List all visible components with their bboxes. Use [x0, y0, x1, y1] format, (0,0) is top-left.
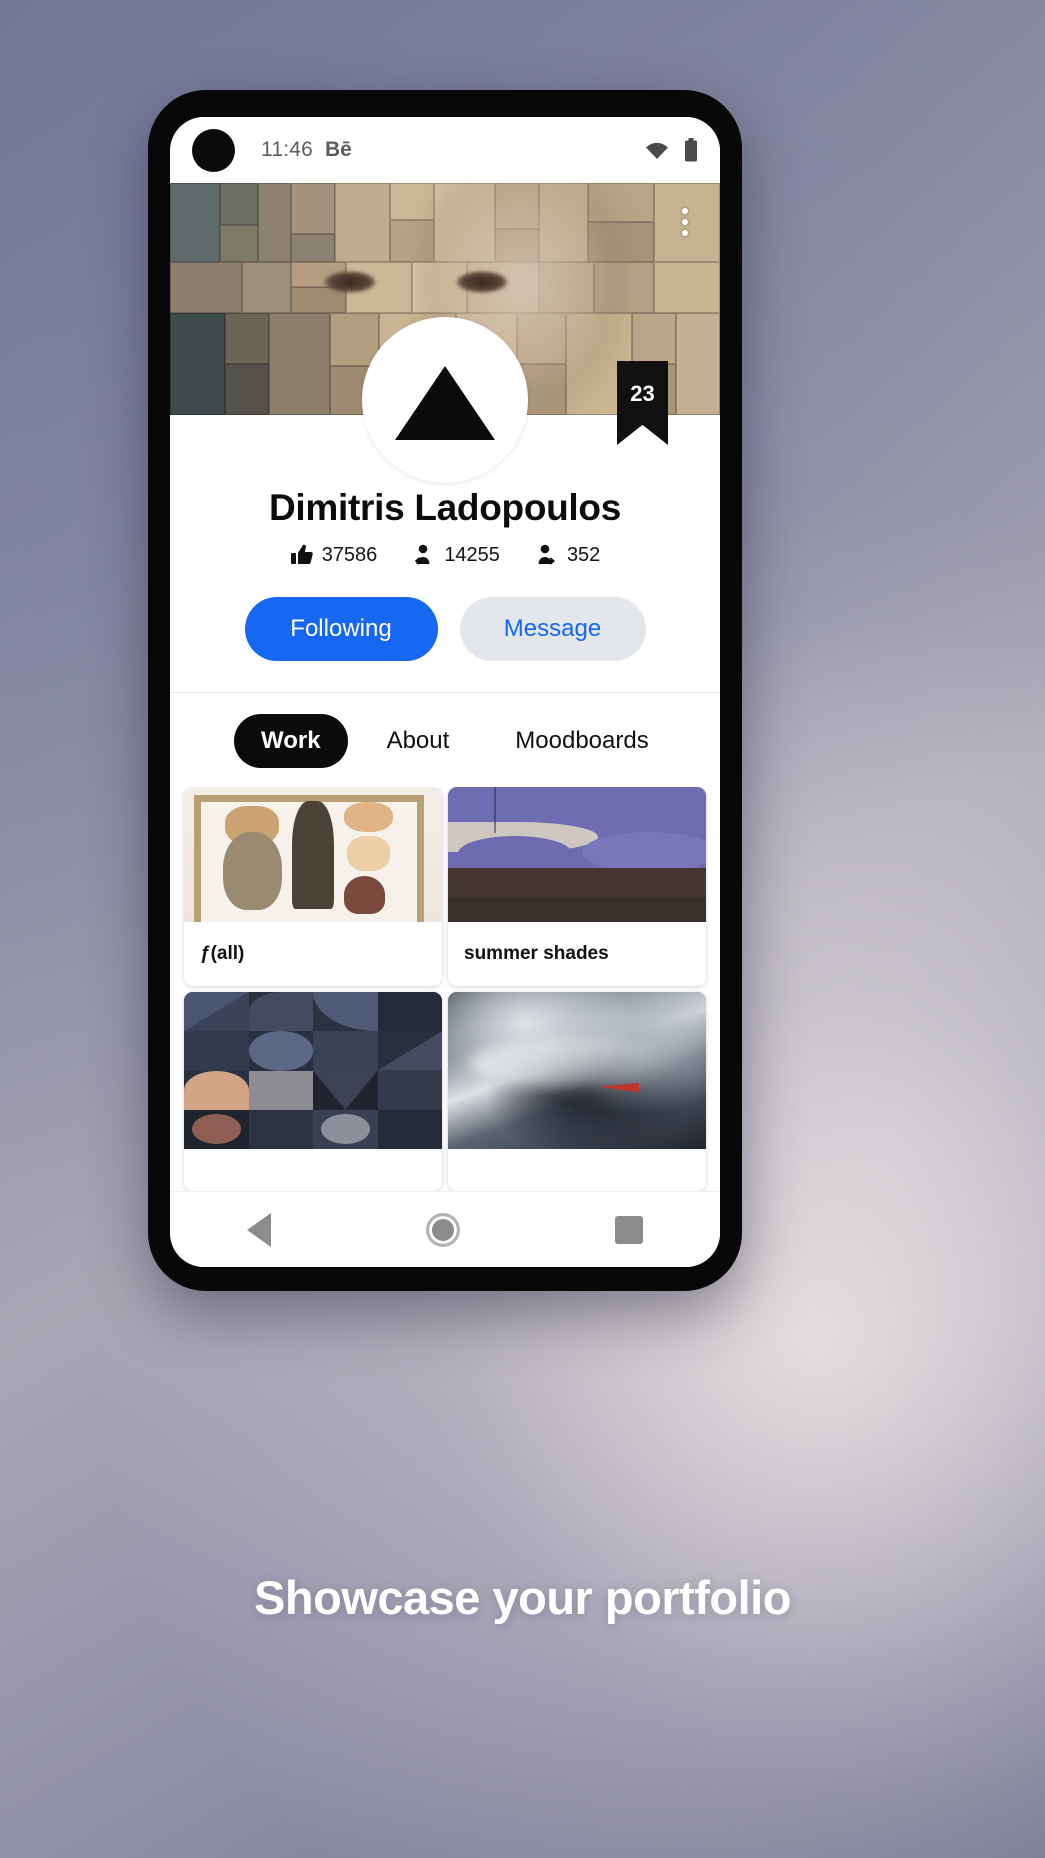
recents-square-icon[interactable]: [614, 1215, 643, 1244]
stat-value: 352: [566, 543, 601, 566]
project-thumbnail: [184, 992, 442, 1149]
ribbon-count: 23: [630, 381, 655, 406]
stat-following[interactable]: 352: [535, 543, 600, 567]
status-time: 11:46: [261, 138, 313, 161]
project-card[interactable]: [184, 992, 442, 1191]
following-icon: [538, 544, 556, 565]
android-navigation-bar: [170, 1191, 720, 1267]
project-thumbnail: [448, 992, 706, 1149]
message-button[interactable]: Message: [459, 597, 646, 661]
profile-tabs: Work About Moodboards: [170, 693, 720, 787]
profile-header: 23 Dimitris Ladopoulos 37586 14255 352 F…: [170, 317, 720, 693]
project-title: [184, 1149, 442, 1191]
tab-about[interactable]: About: [360, 714, 477, 768]
overflow-menu-icon[interactable]: [672, 205, 698, 239]
triangle-avatar-icon: [395, 366, 495, 440]
project-thumbnail: [184, 787, 442, 922]
project-grid: ƒ(all) summer shades: [170, 787, 720, 1191]
status-bar: 11:46 Bē: [170, 117, 720, 183]
project-card[interactable]: [448, 992, 706, 1191]
project-card[interactable]: ƒ(all): [184, 787, 442, 986]
cover-eye-right: [456, 271, 508, 294]
thumbs-up-icon: [290, 544, 313, 565]
stat-value: 14255: [444, 543, 500, 566]
camera-punch-hole: [192, 128, 235, 172]
phone-screen: 11:46 Bē 23 Dimitris Ladopoulos 37586 14…: [170, 117, 720, 1267]
status-badge: 23: [617, 361, 668, 445]
following-button[interactable]: Following: [244, 597, 438, 661]
project-title: summer shades: [464, 943, 609, 964]
stat-followers[interactable]: 14255: [412, 543, 500, 567]
wifi-icon: [646, 142, 668, 159]
back-triangle-icon[interactable]: [247, 1212, 272, 1247]
battery-icon: [685, 138, 697, 162]
followers-icon: [415, 544, 430, 565]
avatar[interactable]: [362, 317, 528, 483]
promo-caption: Showcase your portfolio: [254, 1571, 791, 1624]
status-indicators: [644, 138, 698, 162]
stat-appreciations[interactable]: 37586: [290, 543, 378, 567]
project-title: ƒ(all): [200, 943, 245, 964]
phone-frame: 11:46 Bē 23 Dimitris Ladopoulos 37586 14…: [148, 90, 742, 1291]
project-title: [448, 1149, 706, 1191]
project-thumbnail: [448, 787, 706, 922]
profile-actions: Following Message: [170, 597, 720, 661]
behance-notification-icon: Bē: [325, 138, 352, 161]
stat-value: 37586: [321, 543, 378, 566]
page-title: Dimitris Ladopoulos: [269, 487, 621, 528]
tab-work[interactable]: Work: [234, 714, 348, 768]
cover-eye-left: [324, 271, 376, 294]
home-circle-icon[interactable]: [425, 1212, 460, 1247]
tab-moodboards[interactable]: Moodboards: [488, 714, 675, 768]
profile-stats: 37586 14255 352: [170, 543, 720, 567]
project-card[interactable]: summer shades: [448, 787, 706, 986]
